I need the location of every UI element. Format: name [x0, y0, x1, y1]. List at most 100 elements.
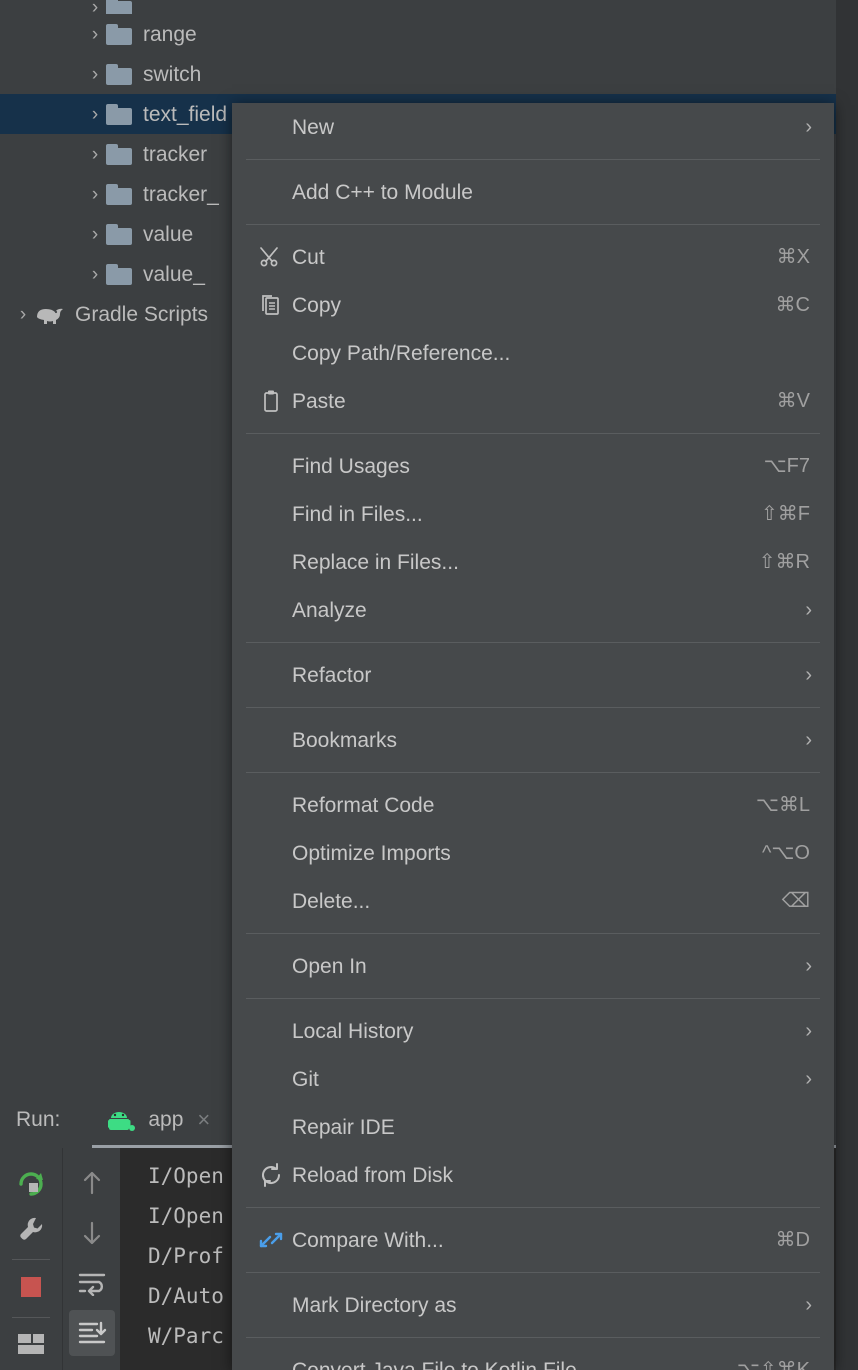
menu-separator: [246, 224, 820, 225]
menu-item-add-c-to-module[interactable]: Add C++ to Module: [232, 168, 834, 216]
scroll-up-button[interactable]: [69, 1160, 115, 1206]
menu-item-shortcut: ⌘C: [775, 294, 810, 316]
gradle-elephant-icon: [34, 303, 66, 325]
menu-item-git[interactable]: Git ›: [232, 1055, 834, 1103]
menu-item-icon-placeholder: [250, 339, 292, 367]
menu-item-label: Add C++ to Module: [292, 180, 473, 204]
rerun-button[interactable]: [8, 1160, 54, 1203]
chevron-right-icon[interactable]: ›: [84, 105, 106, 124]
menu-item-bookmarks[interactable]: Bookmarks ›: [232, 716, 834, 764]
menu-item-copy-path-reference[interactable]: Copy Path/Reference...: [232, 329, 834, 377]
menu-item-copy[interactable]: Copy ⌘C: [232, 281, 834, 329]
tree-item-label: range: [143, 22, 197, 46]
menu-separator: [246, 772, 820, 773]
menu-item-mark-directory-as[interactable]: Mark Directory as ›: [232, 1281, 834, 1329]
menu-item-open-in[interactable]: Open In ›: [232, 942, 834, 990]
menu-separator: [246, 642, 820, 643]
folder-icon: [106, 23, 132, 45]
folder-icon: [106, 143, 132, 165]
menu-item-icon-placeholder: [250, 596, 292, 624]
menu-item-label: Convert Java File to Kotlin File: [292, 1358, 577, 1370]
chevron-right-icon[interactable]: ›: [84, 25, 106, 44]
chevron-right-icon: ›: [805, 664, 812, 686]
right-tool-strip: [836, 0, 858, 1370]
menu-item-optimize-imports[interactable]: Optimize Imports ^⌥O: [232, 829, 834, 877]
menu-item-label: Compare With...: [292, 1228, 444, 1252]
menu-item-label: Paste: [292, 389, 346, 413]
chevron-right-icon[interactable]: ›: [84, 225, 106, 244]
copy-icon: [250, 291, 292, 319]
menu-item-icon-placeholder: [250, 661, 292, 689]
run-tab-app-label[interactable]: app: [148, 1108, 183, 1132]
tree-item-clipped[interactable]: ›: [0, 0, 836, 14]
toolbar-divider: [12, 1317, 50, 1318]
chevron-right-icon[interactable]: ›: [84, 265, 106, 284]
folder-icon: [106, 103, 132, 125]
menu-item-label: Bookmarks: [292, 728, 398, 752]
chevron-right-icon[interactable]: ›: [84, 145, 106, 164]
context-menu[interactable]: New › Add C++ to Module Cut ⌘X Copy ⌘C Copy Pat…: [232, 103, 834, 1370]
menu-item-delete[interactable]: Delete... ⌫: [232, 877, 834, 925]
menu-item-shortcut: ⇧⌘R: [758, 551, 810, 573]
close-icon[interactable]: ×: [197, 1109, 210, 1131]
clipboard-icon: [250, 387, 292, 415]
menu-separator: [246, 1272, 820, 1273]
menu-item-label: Delete...: [292, 889, 371, 913]
tree-item-switch[interactable]: › switch: [0, 54, 836, 94]
menu-item-label: Mark Directory as: [292, 1293, 457, 1317]
menu-item-compare-with[interactable]: Compare With... ⌘D: [232, 1216, 834, 1264]
menu-item-icon-placeholder: [250, 178, 292, 206]
tree-item-label: tracker_: [143, 182, 219, 206]
menu-item-find-usages[interactable]: Find Usages ⌥F7: [232, 442, 834, 490]
chevron-right-icon[interactable]: ›: [12, 305, 34, 324]
chevron-right-icon[interactable]: ›: [84, 65, 106, 84]
menu-item-icon-placeholder: [250, 1065, 292, 1093]
menu-separator: [246, 1337, 820, 1338]
menu-item-label: New: [292, 115, 335, 139]
menu-item-label: Refactor: [292, 663, 372, 687]
menu-item-convert-java-file-to-kotlin-file[interactable]: Convert Java File to Kotlin File ⌥⇧⌘K: [232, 1346, 834, 1370]
menu-item-icon-placeholder: [250, 887, 292, 915]
menu-item-local-history[interactable]: Local History ›: [232, 1007, 834, 1055]
menu-item-label: Local History: [292, 1019, 414, 1043]
menu-item-paste[interactable]: Paste ⌘V: [232, 377, 834, 425]
scroll-to-end-button[interactable]: [68, 1310, 115, 1356]
tree-item-label: text_field: [143, 102, 228, 126]
menu-item-analyze[interactable]: Analyze ›: [232, 586, 834, 634]
settings-wrench-button[interactable]: [8, 1207, 54, 1250]
menu-item-icon-placeholder: [250, 548, 292, 576]
tree-item-label: tracker: [143, 142, 208, 166]
menu-item-new[interactable]: New ›: [232, 103, 834, 151]
tree-item-label: value: [143, 222, 194, 246]
chevron-right-icon[interactable]: ›: [84, 0, 106, 14]
android-robot-icon: [104, 1108, 138, 1132]
layout-button[interactable]: [8, 1323, 54, 1366]
chevron-right-icon[interactable]: ›: [84, 185, 106, 204]
menu-item-label: Find in Files...: [292, 502, 423, 526]
scroll-down-button[interactable]: [69, 1210, 115, 1256]
menu-item-reload-from-disk[interactable]: Reload from Disk: [232, 1151, 834, 1199]
menu-item-find-in-files[interactable]: Find in Files... ⇧⌘F: [232, 490, 834, 538]
tree-item-range[interactable]: › range: [0, 14, 836, 54]
menu-item-reformat-code[interactable]: Reformat Code ⌥⌘L: [232, 781, 834, 829]
menu-item-icon-placeholder: [250, 791, 292, 819]
menu-item-shortcut: ⌫: [781, 890, 810, 912]
folder-icon: [106, 263, 132, 285]
menu-item-icon-placeholder: [250, 1356, 292, 1370]
stop-button[interactable]: [8, 1265, 54, 1308]
run-label: Run:: [16, 1108, 61, 1131]
menu-item-cut[interactable]: Cut ⌘X: [232, 233, 834, 281]
menu-item-label: Analyze: [292, 598, 367, 622]
menu-item-icon-placeholder: [250, 113, 292, 141]
run-toolbar-right[interactable]: [62, 1148, 120, 1370]
menu-item-label: Reload from Disk: [292, 1163, 454, 1187]
soft-wrap-button[interactable]: [69, 1260, 115, 1306]
run-toolbar-left[interactable]: [0, 1148, 62, 1370]
menu-item-shortcut: ⌥⇧⌘K: [736, 1359, 810, 1370]
menu-item-repair-ide[interactable]: Repair IDE: [232, 1103, 834, 1151]
menu-item-icon-placeholder: [250, 839, 292, 867]
menu-item-refactor[interactable]: Refactor ›: [232, 651, 834, 699]
menu-item-replace-in-files[interactable]: Replace in Files... ⇧⌘R: [232, 538, 834, 586]
menu-item-icon-placeholder: [250, 1291, 292, 1319]
menu-item-label: Copy Path/Reference...: [292, 341, 511, 365]
